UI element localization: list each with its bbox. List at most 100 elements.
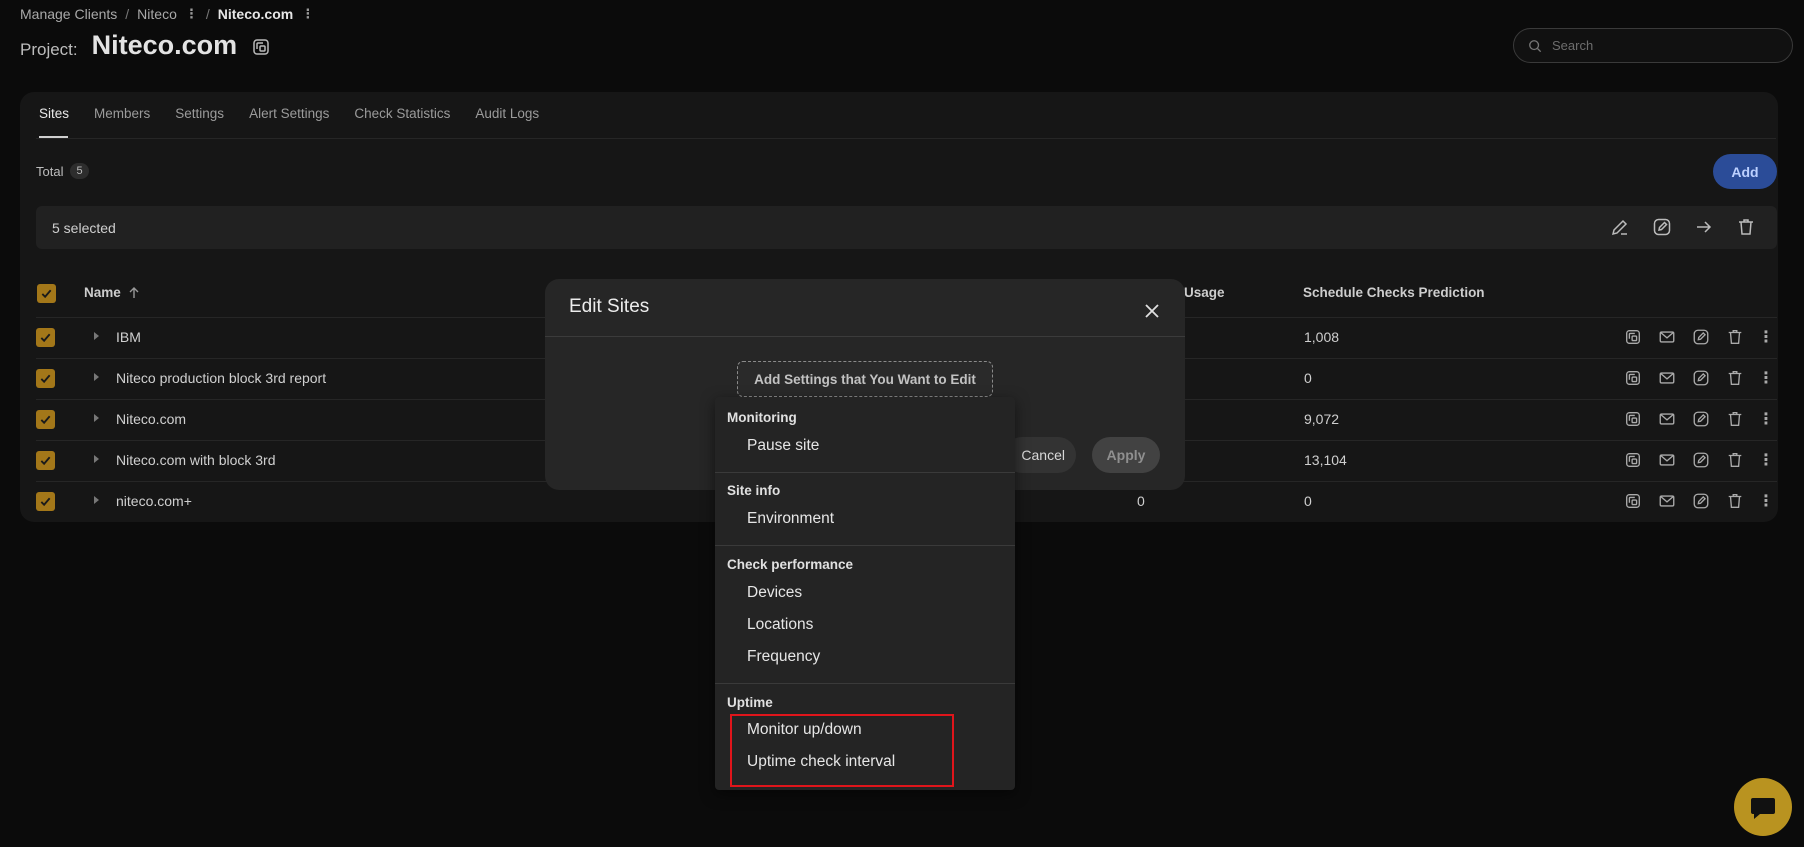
column-header-name[interactable]: Name [84,285,121,300]
site-prediction: 13,104 [1304,452,1347,468]
selection-count: 5 selected [52,220,116,236]
select-all-checkbox[interactable] [37,284,56,303]
move-arrow-icon[interactable] [1694,217,1714,237]
dropdown-item-frequency[interactable]: Frequency [747,648,820,666]
arrow-up-icon[interactable] [127,286,141,300]
dropdown-item-devices[interactable]: Devices [747,584,802,602]
site-name[interactable]: Niteco.com with block 3rd [116,452,276,468]
more-vertical-icon[interactable]: ⋮ [1758,409,1774,429]
trash-icon[interactable] [1726,410,1744,428]
close-icon[interactable] [1142,301,1162,321]
open-external-icon[interactable] [1624,369,1642,387]
expand-caret-icon[interactable] [94,332,99,340]
edit-square-icon[interactable] [1692,410,1710,428]
column-header-usage[interactable]: Usage [1184,285,1225,300]
expand-caret-icon[interactable] [94,373,99,381]
edit-square-icon[interactable] [1692,328,1710,346]
edit-square-icon[interactable] [1652,217,1672,237]
more-vertical-icon[interactable]: ⋮ [1758,368,1774,388]
tab-settings[interactable]: Settings [175,106,224,121]
trash-icon[interactable] [1726,451,1744,469]
search-input[interactable] [1552,38,1772,53]
breadcrumb-current: Niteco.com [217,6,294,22]
search-icon [1528,39,1542,53]
open-external-icon[interactable] [1624,451,1642,469]
edit-pencil-icon[interactable] [1610,217,1630,237]
dropdown-item-locations[interactable]: Locations [747,616,813,634]
site-name[interactable]: Niteco.com [116,411,186,427]
open-external-icon[interactable] [251,37,271,57]
tab-members[interactable]: Members [94,106,150,121]
column-header-prediction[interactable]: Schedule Checks Prediction [1303,285,1485,300]
row-actions [1624,410,1744,428]
site-name[interactable]: niteco.com+ [116,493,192,509]
site-name[interactable]: IBM [116,329,141,345]
row-checkbox[interactable] [36,492,55,511]
site-usage: 0 [1137,493,1145,509]
row-checkbox[interactable] [36,451,55,470]
trash-icon[interactable] [1726,328,1744,346]
row-checkbox[interactable] [36,410,55,429]
row-checkbox[interactable] [36,369,55,388]
tab-alert-settings[interactable]: Alert Settings [249,106,329,121]
breadcrumb-separator: / [205,6,210,22]
breadcrumb-niteco[interactable]: Niteco [137,6,177,22]
edit-square-icon[interactable] [1692,492,1710,510]
edit-square-icon[interactable] [1692,451,1710,469]
project-label: Project: [20,39,78,59]
tab-check-statistics[interactable]: Check Statistics [354,106,450,121]
site-prediction: 0 [1304,493,1312,509]
row-checkbox[interactable] [36,328,55,347]
row-actions [1624,492,1744,510]
more-vertical-icon[interactable]: ⋮ [1758,327,1774,347]
mail-icon[interactable] [1658,328,1676,346]
breadcrumb: Manage Clients / Niteco ⋮ / Niteco.com ⋮ [20,6,314,22]
site-prediction: 9,072 [1304,411,1340,427]
row-actions [1624,369,1744,387]
open-external-icon[interactable] [1624,492,1642,510]
total-badge: 5 [70,163,89,179]
more-vertical-icon[interactable]: ⋮ [1758,450,1774,470]
dropdown-item-pause-site[interactable]: Pause site [747,437,819,455]
total-label: Total [36,163,64,179]
chat-bubble-icon [1748,792,1778,822]
add-site-button[interactable]: Add [1713,154,1777,189]
breadcrumb-menu-icon[interactable]: ⋮ [301,6,314,22]
expand-caret-icon[interactable] [94,414,99,422]
expand-caret-icon[interactable] [94,455,99,463]
total-count: Total 5 [36,163,89,179]
dropdown-group-site-info: Site info [727,483,781,498]
mail-icon[interactable] [1658,451,1676,469]
add-settings-button[interactable]: Add Settings that You Want to Edit [737,361,993,397]
dropdown-item-environment[interactable]: Environment [747,510,834,528]
site-name[interactable]: Niteco production block 3rd report [116,370,326,386]
tab-sites[interactable]: Sites [39,106,69,121]
breadcrumb-manage-clients[interactable]: Manage Clients [20,6,117,22]
trash-icon[interactable] [1726,369,1744,387]
project-name: Niteco.com [91,30,238,60]
tab-bar: Sites Members Settings Alert Settings Ch… [39,106,539,121]
site-prediction: 1,008 [1304,329,1340,345]
dropdown-divider [715,472,1015,473]
mail-icon[interactable] [1658,369,1676,387]
modal-title: Edit Sites [569,296,650,317]
tab-divider [36,138,1776,139]
search-box[interactable] [1513,28,1793,63]
project-header: Project: Niteco.com [20,30,271,61]
more-vertical-icon[interactable]: ⋮ [1758,491,1774,511]
trash-icon[interactable] [1736,217,1756,237]
apply-button[interactable]: Apply [1092,437,1160,473]
highlight-box [730,714,954,787]
breadcrumb-separator: / [125,6,130,22]
mail-icon[interactable] [1658,492,1676,510]
edit-square-icon[interactable] [1692,369,1710,387]
breadcrumb-menu-icon[interactable]: ⋮ [185,6,198,22]
open-external-icon[interactable] [1624,328,1642,346]
expand-caret-icon[interactable] [94,496,99,504]
chat-button[interactable] [1734,778,1792,836]
open-external-icon[interactable] [1624,410,1642,428]
mail-icon[interactable] [1658,410,1676,428]
row-actions [1624,328,1744,346]
trash-icon[interactable] [1726,492,1744,510]
tab-audit-logs[interactable]: Audit Logs [475,106,539,121]
